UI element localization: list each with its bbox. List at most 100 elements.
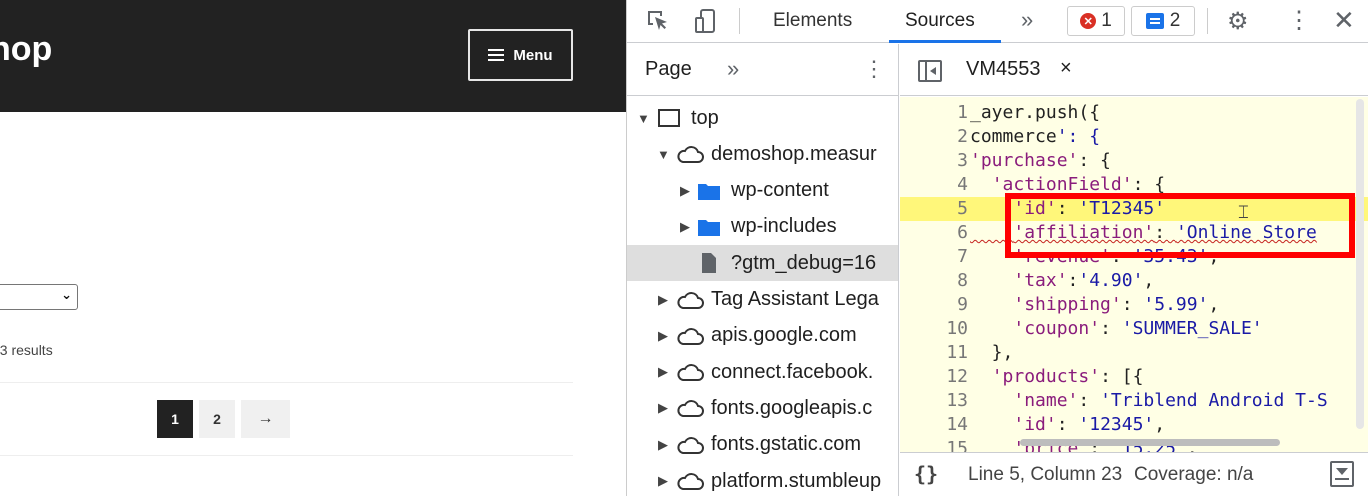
line-number[interactable]: 3: [930, 149, 968, 173]
horizontal-scrollbar[interactable]: [1020, 439, 1280, 446]
expand-arrow-right-icon[interactable]: ▶: [657, 400, 669, 416]
active-tab-indicator: [889, 40, 1001, 43]
code-area[interactable]: 1 _ayer.push({2 commerce': {3'purchase': {…: [900, 97, 1368, 452]
message-icon: [1145, 13, 1164, 29]
expand-arrow-right-icon[interactable]: ▶: [657, 364, 669, 380]
line-number[interactable]: 5: [930, 197, 968, 221]
tree-item-label: fonts.gstatic.com: [711, 433, 862, 456]
cloud-icon: [677, 364, 704, 382]
tree-item[interactable]: ▼ demoshop.measur: [627, 136, 898, 172]
expand-arrow-right-icon[interactable]: ▶: [679, 219, 691, 235]
line-number[interactable]: 6: [930, 221, 968, 245]
tree-item[interactable]: ▶ platform.stumbleup: [627, 463, 898, 496]
coverage-status: Coverage: n/a: [1134, 464, 1254, 485]
toggle-navigator-icon[interactable]: [918, 60, 942, 82]
tree-item[interactable]: ▶ wp-includes: [627, 209, 898, 245]
code-text: },: [970, 342, 1014, 363]
code-text: 'purchase': {: [970, 150, 1111, 171]
editor-file-tab[interactable]: VM4553: [966, 58, 1041, 81]
pagination: 1 2 →: [157, 400, 290, 438]
tree-item[interactable]: ▶ fonts.googleapis.c: [627, 390, 898, 426]
line-number[interactable]: 8: [930, 269, 968, 293]
site-title[interactable]: hop: [0, 30, 52, 69]
site-header: hop Menu: [0, 0, 626, 112]
tree-item[interactable]: ?gtm_debug=16: [627, 245, 898, 282]
code-editor: VM4553 × 1 _ayer.push({2 commerce': {3'pur…: [900, 44, 1368, 496]
close-tab-icon[interactable]: ×: [1060, 57, 1072, 80]
vertical-scrollbar[interactable]: [1356, 99, 1364, 429]
toolbar-separator: [739, 8, 740, 34]
navigator-more-tabs[interactable]: »: [727, 56, 739, 82]
messages-count: 2: [1169, 10, 1181, 31]
tree-item[interactable]: ▶ wp-content: [627, 173, 898, 209]
errors-badge[interactable]: ✕ 1: [1067, 6, 1125, 36]
expand-arrow-right-icon[interactable]: ▶: [657, 328, 669, 344]
tree-item[interactable]: ▶ fonts.gstatic.com: [627, 427, 898, 463]
tree-item-label: wp-includes: [731, 215, 837, 238]
code-line: 12 'products': [{: [900, 365, 1368, 389]
line-number[interactable]: 4: [930, 173, 968, 197]
devtools-panel: Elements Sources » ✕ 1 2 ⚙ ⋮ ✕ Page » ⋮: [626, 0, 1368, 496]
messages-badge[interactable]: 2: [1131, 6, 1195, 36]
line-number[interactable]: 14: [930, 413, 968, 437]
line-number[interactable]: 13: [930, 389, 968, 413]
tree-item-label: apis.google.com: [711, 324, 857, 347]
pretty-print-button[interactable]: {}: [914, 462, 938, 486]
cloud-icon: [677, 291, 704, 309]
line-number[interactable]: 9: [930, 293, 968, 317]
screen: hop Menu ⌄ 23 results 1 2 →: [0, 0, 1368, 496]
close-icon[interactable]: ✕: [1333, 5, 1355, 36]
sort-select[interactable]: ⌄: [0, 284, 78, 310]
navigator-menu-icon[interactable]: ⋮: [863, 56, 885, 82]
tree-item-label: Tag Assistant Lega: [711, 288, 879, 310]
coverage-toggle-icon[interactable]: [1330, 461, 1354, 487]
inspect-element-icon[interactable]: [645, 8, 671, 34]
next-page-button[interactable]: →: [241, 400, 290, 438]
line-number[interactable]: 11: [930, 341, 968, 365]
line-number[interactable]: 10: [930, 317, 968, 341]
code-text: 'id': '12345',: [1013, 414, 1166, 435]
expand-arrow-right-icon[interactable]: ▶: [679, 183, 691, 199]
gear-icon[interactable]: ⚙: [1227, 7, 1249, 36]
tree-item-label: ?gtm_debug=16: [731, 251, 877, 274]
code-text: 'products': [{: [991, 366, 1144, 387]
tree-item[interactable]: ▶ apis.google.com: [627, 318, 898, 354]
expand-arrow-right-icon[interactable]: ▶: [657, 473, 669, 489]
expand-arrow-right-icon[interactable]: ▶: [657, 437, 669, 453]
devtools-tabbar: Elements Sources » ✕ 1 2 ⚙ ⋮ ✕: [627, 0, 1368, 43]
code-line: 14 'id': '12345',: [900, 413, 1368, 437]
hamburger-icon: [488, 49, 505, 61]
expand-arrow-right-icon[interactable]: ▶: [657, 292, 669, 308]
more-tabs-button[interactable]: »: [1021, 7, 1033, 33]
line-number[interactable]: 2: [930, 125, 968, 149]
menu-button-label: Menu: [513, 46, 553, 64]
code-line: 2 commerce': {: [900, 125, 1368, 149]
page-1-button[interactable]: 1: [157, 400, 193, 438]
divider: [0, 382, 573, 383]
tree-item[interactable]: ▶ connect.facebook.: [627, 354, 898, 390]
code-text: _ayer.push({: [970, 102, 1101, 123]
expand-arrow-down-icon[interactable]: ▼: [637, 111, 650, 126]
tree-item[interactable]: ▼ top: [627, 100, 898, 136]
device-toolbar-icon[interactable]: [693, 8, 719, 34]
line-number[interactable]: 1: [930, 101, 968, 125]
expand-arrow-down-icon[interactable]: ▼: [657, 147, 670, 162]
tree-item-label: fonts.googleapis.c: [711, 396, 873, 419]
line-number[interactable]: 7: [930, 245, 968, 269]
menu-button[interactable]: Menu: [468, 29, 573, 81]
line-number[interactable]: 12: [930, 365, 968, 389]
editor-statusbar: {} Line 5, Column 23 Coverage: n/a: [900, 452, 1368, 496]
code-text: 'coupon': 'SUMMER_SALE': [1013, 318, 1263, 339]
line-number[interactable]: 15: [930, 437, 968, 452]
cloud-icon: [677, 327, 704, 345]
divider: [0, 455, 573, 456]
page-2-button[interactable]: 2: [199, 400, 235, 438]
tree-item-label: demoshop.measur: [711, 142, 877, 165]
code-text: 'tax':'4.90',: [1013, 270, 1155, 291]
tab-elements[interactable]: Elements: [773, 10, 852, 32]
code-text: commerce': {: [970, 126, 1101, 147]
tree-item[interactable]: ▶ Tag Assistant Lega: [627, 282, 898, 318]
navigator-tab-page[interactable]: Page: [645, 58, 692, 81]
more-options-icon[interactable]: ⋮: [1287, 6, 1311, 35]
tab-sources[interactable]: Sources: [905, 10, 975, 32]
